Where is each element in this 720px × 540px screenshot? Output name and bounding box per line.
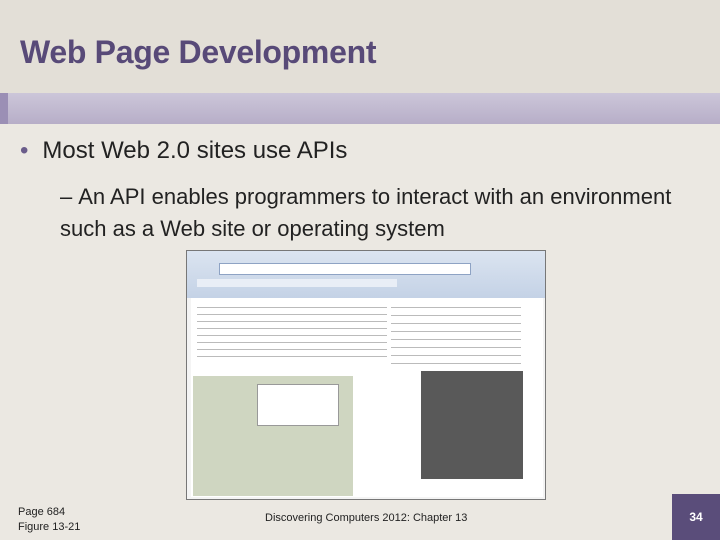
footer-reference: Page 684 Figure 13-21 <box>18 505 80 535</box>
bullet-2: – An API enables programmers to interact … <box>60 181 700 245</box>
footer-center: Discovering Computers 2012: Chapter 13 <box>265 512 468 524</box>
browser-chrome <box>187 251 545 298</box>
slide-title: Web Page Development <box>20 34 377 70</box>
band-accent <box>0 93 8 124</box>
footer-figure: Figure 13-21 <box>18 521 81 533</box>
bullet-1: • Most Web 2.0 sites use APIs <box>20 137 347 165</box>
page-text-lines <box>197 307 387 363</box>
bullet-dot: • <box>20 137 29 164</box>
bullet-dash: – <box>60 184 73 209</box>
map-info-bubble <box>257 384 339 426</box>
address-bar <box>219 263 471 275</box>
slide: Web Page Development • Most Web 2.0 sites… <box>0 0 720 540</box>
sidebar-text-lines <box>391 307 521 367</box>
featured-video <box>421 371 523 479</box>
screenshot-image <box>186 250 546 500</box>
title-area: Web Page Development <box>0 0 720 93</box>
page-number: 34 <box>672 494 720 540</box>
header-band <box>0 93 720 124</box>
bullet-1-text: Most Web 2.0 sites use APIs <box>42 137 348 164</box>
footer-page: Page 684 <box>18 506 66 518</box>
browser-tabs <box>197 279 397 287</box>
bullet-2-text: An API enables programmers to interact w… <box>60 184 672 241</box>
